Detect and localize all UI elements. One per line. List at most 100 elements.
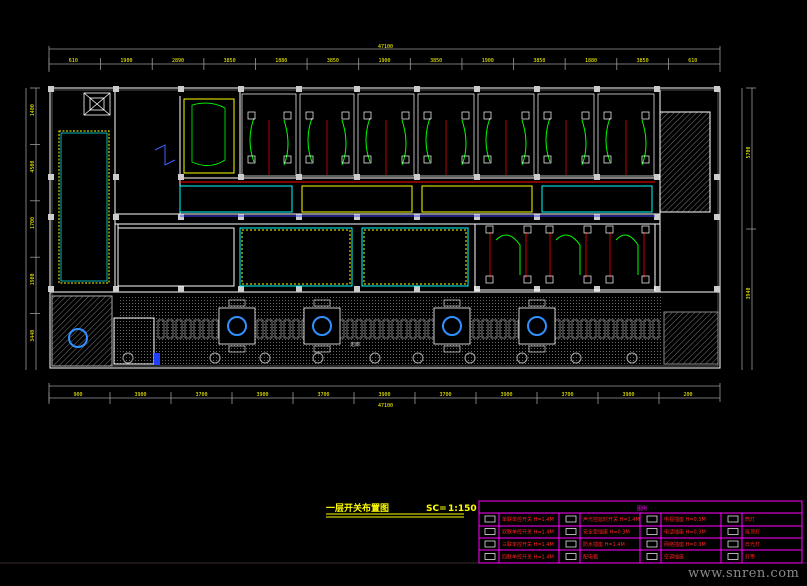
stair-hatched-right bbox=[659, 111, 711, 213]
dimension-label: 3440 bbox=[30, 330, 36, 342]
column bbox=[113, 86, 119, 92]
downlight-icon bbox=[247, 111, 256, 120]
downlight-icon bbox=[483, 111, 492, 120]
legend-label: 吸顶灯 bbox=[745, 529, 760, 536]
dimension-label: 1900 bbox=[482, 58, 494, 64]
column bbox=[714, 174, 720, 180]
column bbox=[654, 86, 660, 92]
scale-label: SC= bbox=[426, 504, 447, 514]
dimension-label: 3900 bbox=[379, 392, 391, 398]
dimension-label: 1900 bbox=[30, 273, 36, 285]
column bbox=[534, 86, 540, 92]
dimension-label: 3940 bbox=[746, 287, 752, 299]
column bbox=[534, 286, 540, 292]
dimension-label: 3850 bbox=[224, 58, 236, 64]
legend-label: 空调插座 bbox=[664, 554, 684, 561]
column bbox=[296, 174, 302, 180]
downlight-icon bbox=[583, 225, 592, 234]
column bbox=[594, 214, 600, 220]
column bbox=[113, 174, 119, 180]
switch-quad-icon bbox=[484, 553, 496, 560]
dining-table bbox=[303, 307, 341, 345]
column bbox=[238, 86, 244, 92]
legend-header: 图例 bbox=[637, 505, 647, 512]
column bbox=[178, 86, 184, 92]
columns bbox=[48, 86, 720, 292]
column bbox=[534, 174, 540, 180]
column bbox=[594, 286, 600, 292]
column bbox=[354, 86, 360, 92]
column bbox=[474, 86, 480, 92]
column bbox=[113, 214, 119, 220]
dimension-label: 3700 bbox=[562, 392, 574, 398]
downlight-icon bbox=[523, 275, 532, 284]
dimension-label: 3700 bbox=[196, 392, 208, 398]
downlight-icon bbox=[545, 225, 554, 234]
dim-total-top: 47100 bbox=[378, 44, 393, 50]
column bbox=[113, 286, 119, 292]
dimension-label: 1900 bbox=[120, 58, 132, 64]
dimension-label: 3900 bbox=[257, 392, 269, 398]
column bbox=[594, 174, 600, 180]
network-socket-icon bbox=[646, 540, 658, 548]
dimension-label: 3850 bbox=[430, 58, 442, 64]
dining-table bbox=[518, 307, 556, 345]
downlight-icon bbox=[423, 111, 432, 120]
column bbox=[714, 214, 720, 220]
column bbox=[48, 286, 54, 292]
downlight-icon bbox=[401, 111, 410, 120]
dimension-label: 3700 bbox=[440, 392, 452, 398]
elevator-icon bbox=[83, 92, 111, 116]
downlight-icon bbox=[583, 275, 592, 284]
dimension-label: 5700 bbox=[746, 146, 752, 158]
dimension-label: 2890 bbox=[172, 58, 184, 64]
dimension-label: 4500 bbox=[30, 161, 36, 173]
watermark: www.snren.com bbox=[688, 566, 800, 581]
column bbox=[654, 214, 660, 220]
legend-label: 四联单控开关 H=1.4M bbox=[502, 554, 554, 561]
dim-total-bottom: 47100 bbox=[378, 403, 393, 409]
dimension-label: 3850 bbox=[327, 58, 339, 64]
dimension-label: 1880 bbox=[585, 58, 597, 64]
downlight-icon bbox=[521, 111, 530, 120]
strip-light-icon bbox=[727, 553, 739, 560]
column bbox=[354, 214, 360, 220]
column bbox=[48, 174, 54, 180]
legend-label: 网络插座 H=0.3M bbox=[664, 541, 706, 548]
legend-label: 灯带 bbox=[745, 554, 755, 561]
dining-table bbox=[218, 307, 256, 345]
scale-value: 1:150 bbox=[448, 504, 477, 514]
socket-icon bbox=[565, 528, 577, 535]
legend-label: 双联单控开关 H=1.4M bbox=[502, 529, 554, 536]
downlight-icon bbox=[641, 111, 650, 120]
column bbox=[178, 286, 184, 292]
legend-label: 电视插座 H=0.3M bbox=[664, 516, 706, 523]
downlight-icon bbox=[341, 111, 350, 120]
column bbox=[414, 86, 420, 92]
column bbox=[48, 214, 54, 220]
column bbox=[594, 86, 600, 92]
column bbox=[178, 214, 184, 220]
legend-label: 电话插座 H=0.3M bbox=[664, 529, 706, 536]
downlight-icon bbox=[543, 111, 552, 120]
downlight-icon bbox=[545, 275, 554, 284]
right-dim-labels: 5700 3940 bbox=[746, 87, 756, 300]
legend-label: 单联单控开关 H=1.4M bbox=[502, 516, 554, 523]
dimension-label: 3900 bbox=[501, 392, 513, 398]
dimension-label: 3850 bbox=[637, 58, 649, 64]
legend-label: 三联单控开关 H=1.4M bbox=[502, 541, 554, 548]
dimension-label: 3700 bbox=[318, 392, 330, 398]
ceiling-light-icon bbox=[727, 528, 739, 535]
column bbox=[354, 174, 360, 180]
column bbox=[238, 174, 244, 180]
staircase-icon bbox=[183, 98, 235, 174]
downlight-icon bbox=[603, 111, 612, 120]
dimension-label: 3900 bbox=[135, 392, 147, 398]
floor-plan-drawing: 47100 47100 610 1900 2890 3850 1880 3850 1900 3… bbox=[0, 44, 807, 564]
ac-socket-icon bbox=[646, 553, 658, 560]
column bbox=[414, 286, 420, 292]
lighting-zone-left bbox=[58, 130, 110, 284]
dimension-label: 3900 bbox=[623, 392, 635, 398]
column bbox=[714, 86, 720, 92]
column bbox=[534, 214, 540, 220]
